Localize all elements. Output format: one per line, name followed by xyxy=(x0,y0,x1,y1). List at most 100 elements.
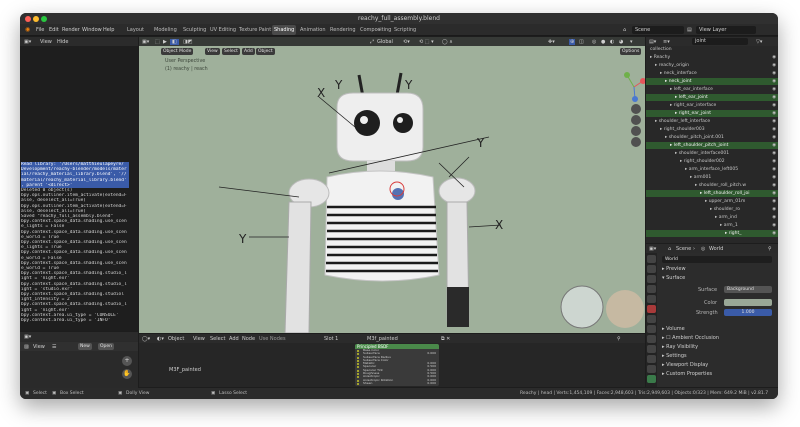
workspace-tab[interactable]: Texture Paint xyxy=(237,25,273,35)
world-tab[interactable]: World xyxy=(709,246,723,252)
outliner-item[interactable]: ▸ arm_1 ◉ xyxy=(646,222,778,229)
outliner-item[interactable]: ▸ right_ear_joint ◉ xyxy=(646,110,778,117)
workspace-tab[interactable]: Animation xyxy=(298,25,328,35)
editor-type-icon[interactable]: ▣▾ xyxy=(649,246,656,252)
data-tab-icon[interactable] xyxy=(647,365,656,373)
outliner-item[interactable]: ▸ shoulder_ro ◉ xyxy=(646,206,778,213)
shader-editor[interactable]: ◯▾ ◐▾ Object View Select Add Node Use No… xyxy=(139,334,645,387)
visibility-eye-icon[interactable]: ◉ xyxy=(772,54,776,61)
world-tab-icon[interactable]: ◎ xyxy=(701,246,705,252)
visibility-eye-icon[interactable]: ◉ xyxy=(772,126,776,133)
left-arm[interactable] xyxy=(284,201,312,333)
visibility-eye-icon[interactable]: ◉ xyxy=(772,166,776,173)
section-custom-properties[interactable]: ▸ Custom Properties xyxy=(662,371,712,377)
visibility-eye-icon[interactable]: ◉ xyxy=(772,150,776,157)
outliner-item[interactable]: ▸ arm_interface_left005 ◉ xyxy=(646,166,778,173)
outliner-item[interactable]: ▸ neck_interface ◉ xyxy=(646,70,778,77)
shader-mode-selector[interactable]: Object xyxy=(168,336,184,342)
minimize-window-icon[interactable] xyxy=(33,15,39,22)
visibility-eye-icon[interactable]: ◉ xyxy=(772,198,776,205)
add-workspace-icon[interactable]: + xyxy=(377,27,381,33)
section-ray-visibility[interactable]: ▸ Ray Visibility xyxy=(662,344,698,350)
visibility-eye-icon[interactable]: ◉ xyxy=(772,206,776,213)
visibility-eye-icon[interactable]: ◉ xyxy=(772,118,776,125)
section-preview[interactable]: ▸ Preview xyxy=(662,266,686,272)
visibility-eye-icon[interactable]: ◉ xyxy=(772,222,776,229)
render-tab-icon[interactable] xyxy=(647,265,656,273)
visibility-eye-icon[interactable]: ◉ xyxy=(772,190,776,197)
visibility-eye-icon[interactable]: ◉ xyxy=(772,94,776,101)
menu-file[interactable]: File xyxy=(36,27,44,33)
zoom-icon[interactable]: + xyxy=(122,356,132,366)
outliner-item[interactable]: ▸ right_shoulder003 ◉ xyxy=(646,126,778,133)
output-tab-icon[interactable] xyxy=(647,275,656,283)
outliner-item[interactable]: ▸ right_shoulder002 ◉ xyxy=(646,158,778,165)
robot-eye-right[interactable] xyxy=(393,113,413,133)
node-menu-select[interactable]: Select xyxy=(210,336,225,342)
outliner-item[interactable]: ▸ shoulder_roll_pitch.w ◉ xyxy=(646,182,778,189)
filter-icon[interactable]: ▽▾ xyxy=(756,39,762,45)
modifier-tab-icon[interactable] xyxy=(647,325,656,333)
editor-type-icon[interactable]: ▣▾ xyxy=(24,39,31,45)
shader-type-icon[interactable]: ◐▾ xyxy=(157,336,164,342)
slot-selector[interactable]: Slot 1 xyxy=(324,336,338,342)
pin-icon[interactable]: ⚲ xyxy=(617,336,621,342)
close-window-icon[interactable] xyxy=(25,15,31,22)
navigation-buttons[interactable] xyxy=(631,104,641,147)
right-gripper[interactable] xyxy=(447,287,469,327)
image-editor-icon[interactable]: ▨ xyxy=(24,344,29,350)
new-image-button[interactable]: New xyxy=(78,343,92,350)
material-tab-icon[interactable] xyxy=(647,375,656,383)
strength-field[interactable]: 1.000 xyxy=(724,309,772,316)
outliner-panel[interactable]: ▤▾ ≡▾ joint ▽▾ collection ▸ Reachy ◉ ▸ rea… xyxy=(646,37,778,243)
physics-tab-icon[interactable] xyxy=(647,345,656,353)
workspace-tab[interactable]: Shading xyxy=(272,25,297,35)
outliner-item[interactable]: ▸ left_ear_interface ◉ xyxy=(646,86,778,93)
section-surface[interactable]: ▾ Surface xyxy=(662,275,685,281)
menu-edit[interactable]: Edit xyxy=(49,27,59,33)
principled-bsdf-node[interactable]: Principled BSDF Base Color Subsurface 0.00… xyxy=(355,344,439,386)
editor-type-icon[interactable]: ▤▾ xyxy=(649,39,656,45)
outliner-item[interactable]: ▸ left_shoulder_roll_joi ◉ xyxy=(646,190,778,197)
outliner-item[interactable]: ▸ right_ ◉ xyxy=(646,230,778,237)
menu-help[interactable]: Help xyxy=(103,27,114,33)
tool-tab-icon[interactable] xyxy=(647,255,656,263)
outliner-item[interactable]: ▸ arm_ind ◉ xyxy=(646,214,778,221)
bsdf-input-row[interactable]: Sheen 0.000 xyxy=(355,381,439,385)
navigation-gizmo[interactable] xyxy=(624,72,645,102)
outliner-item[interactable]: ▸ reachy_origin ◉ xyxy=(646,62,778,69)
workspace-tab[interactable]: UV Editing xyxy=(208,25,238,35)
visibility-eye-icon[interactable]: ◉ xyxy=(772,62,776,69)
viewport-3d[interactable]: ▣▾ ⬚ ▶ ◧ ◨◩ ⤢ Global ⟲▾ ⟲ ⬚ ▾ ◯ ∧ ✥▾ ⊕ ◫… xyxy=(139,37,645,333)
robot-torso[interactable] xyxy=(324,170,440,282)
world-color-swatch[interactable] xyxy=(724,299,772,306)
visibility-eye-icon[interactable]: ◉ xyxy=(772,70,776,77)
info-console-panel[interactable]: ▣▾ View Hide Read library: '/Users/matth… xyxy=(20,37,138,331)
node-menu-view[interactable]: View xyxy=(193,336,205,342)
world-name-field[interactable]: World xyxy=(662,256,772,263)
editor-type-icon[interactable]: ◯▾ xyxy=(142,336,150,342)
visibility-eye-icon[interactable]: ◉ xyxy=(772,142,776,149)
workspace-tab[interactable]: Rendering xyxy=(328,25,358,35)
surface-shader-field[interactable]: Background xyxy=(724,286,772,293)
robot-scene[interactable]: YXY Y YX xyxy=(139,37,645,333)
menu-render[interactable]: Render xyxy=(62,27,80,33)
scene-properties-tab-icon[interactable] xyxy=(647,295,656,303)
visibility-eye-icon[interactable]: ◉ xyxy=(772,158,776,165)
file-browser-panel[interactable]: ▣▾ ▨ View ☰ New Open + ✋ xyxy=(20,332,138,388)
outliner-item[interactable]: ▸ shoulder_pitch_joint.001 ◉ xyxy=(646,134,778,141)
pin-icon[interactable]: ⚲ xyxy=(768,246,772,252)
visibility-eye-icon[interactable]: ◉ xyxy=(772,110,776,117)
scene-tab[interactable]: Scene xyxy=(676,246,691,252)
socket-icon[interactable] xyxy=(357,382,359,385)
particles-tab-icon[interactable] xyxy=(647,335,656,343)
scene-selector[interactable]: Scene xyxy=(632,26,684,34)
outliner-item[interactable]: ▸ shoulder_interface001 ◉ xyxy=(646,150,778,157)
material-selector[interactable]: M3f_painted xyxy=(367,336,398,342)
hamburger-icon[interactable]: ☰ xyxy=(52,344,56,350)
section-ambient-occlusion[interactable]: ▸ ☐ Ambient Occlusion xyxy=(662,335,719,341)
display-mode-icon[interactable]: ≡▾ xyxy=(663,39,670,45)
outliner-item[interactable]: ▸ arm001 ◉ xyxy=(646,174,778,181)
outliner-item[interactable]: ▸ upper_arm_01m ◉ xyxy=(646,198,778,205)
outliner-item[interactable]: ▸ left_shoulder_pitch_joint ◉ xyxy=(646,142,778,149)
